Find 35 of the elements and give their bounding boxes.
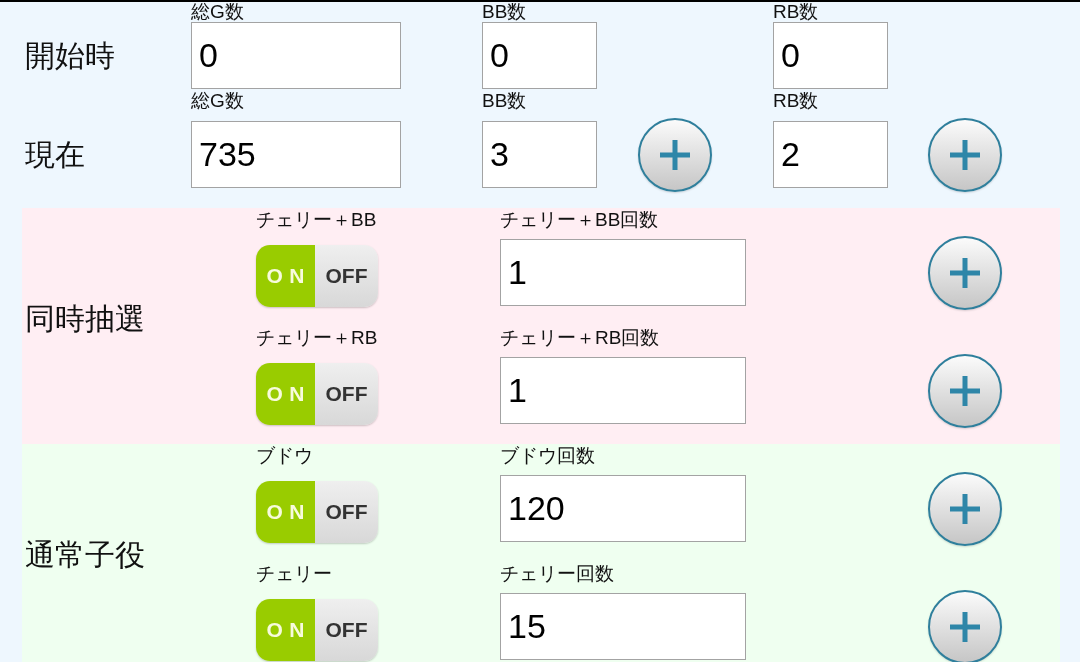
field-label: 総G数 [191,2,244,22]
field-label: チェリー＋BB回数 [500,208,659,232]
row-label: 開始時 [25,37,115,74]
plus-icon [950,612,980,642]
section-title: 通常子役 [25,537,145,573]
add-button[interactable] [928,590,1002,662]
number-field[interactable]: 735 [191,121,401,188]
field-label: RB数 [773,89,819,113]
plus-icon [950,258,980,288]
number-field[interactable]: 1 [500,239,746,306]
section-title: 同時抽選 [25,301,145,337]
field-label: BB数 [482,89,527,113]
number-field[interactable]: 0 [191,22,401,89]
field-label: BB数 [482,2,527,22]
toggle-label: チェリー [256,562,332,586]
field-label: チェリー＋RB回数 [500,326,660,350]
plus-icon [950,139,980,170]
toggle-label: ブドウ [256,444,313,468]
number-field[interactable]: 2 [773,121,888,188]
plus-icon [950,494,980,524]
number-field[interactable]: 1 [500,357,746,424]
field-label: ブドウ回数 [500,444,595,468]
field-label: 総G数 [191,89,244,113]
number-field[interactable]: 0 [482,22,597,89]
number-field[interactable]: 0 [773,22,888,89]
field-label: RB数 [773,2,819,22]
plus-icon [660,139,690,170]
toggle-label: チェリー＋RB [256,326,378,350]
field-label: チェリー回数 [500,562,614,586]
toggle-label: チェリー＋BB [256,208,377,232]
number-field[interactable]: 3 [482,121,597,188]
row-label: 現在 [25,136,85,173]
number-field[interactable]: 120 [500,475,746,542]
plus-icon [950,376,980,406]
number-field[interactable]: 15 [500,593,746,660]
